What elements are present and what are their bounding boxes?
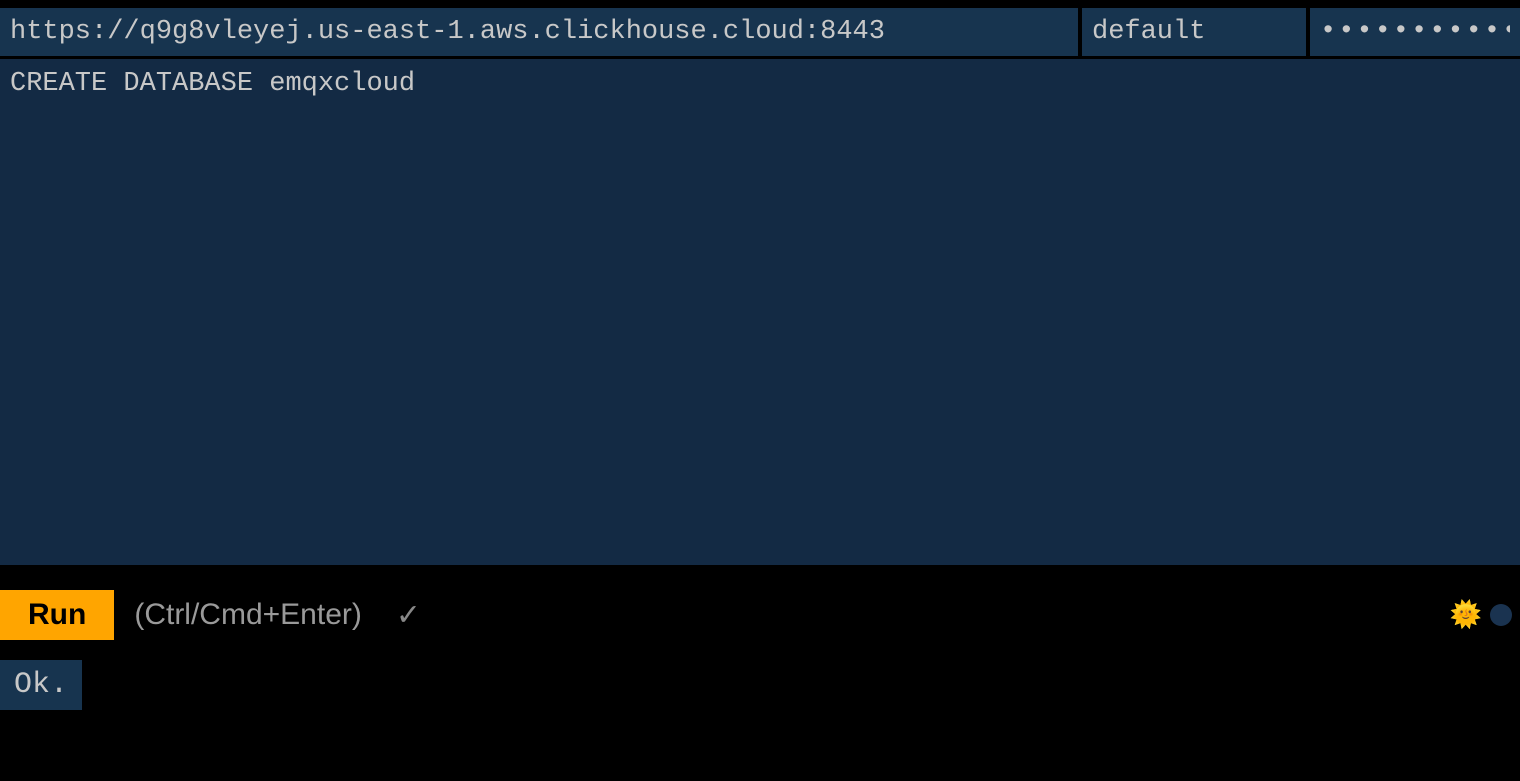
run-button[interactable]: Run <box>0 590 114 640</box>
theme-toggle: 🌞 <box>1450 600 1512 631</box>
query-editor[interactable]: CREATE DATABASE emqxcloud <box>0 59 1520 565</box>
check-icon: ✓ <box>398 594 418 636</box>
keyboard-shortcut-hint: (Ctrl/Cmd+Enter) <box>134 598 362 632</box>
username-input[interactable] <box>1082 8 1306 56</box>
sun-icon[interactable]: 🌞 <box>1450 600 1482 631</box>
moon-icon[interactable] <box>1490 604 1512 626</box>
password-input[interactable] <box>1310 8 1520 56</box>
server-url-input[interactable] <box>0 8 1078 56</box>
result-status: Ok. <box>0 660 82 710</box>
result-area: Ok. <box>0 660 1520 710</box>
action-bar: Run (Ctrl/Cmd+Enter) ✓ 🌞 <box>0 570 1520 660</box>
connection-bar <box>0 0 1520 55</box>
